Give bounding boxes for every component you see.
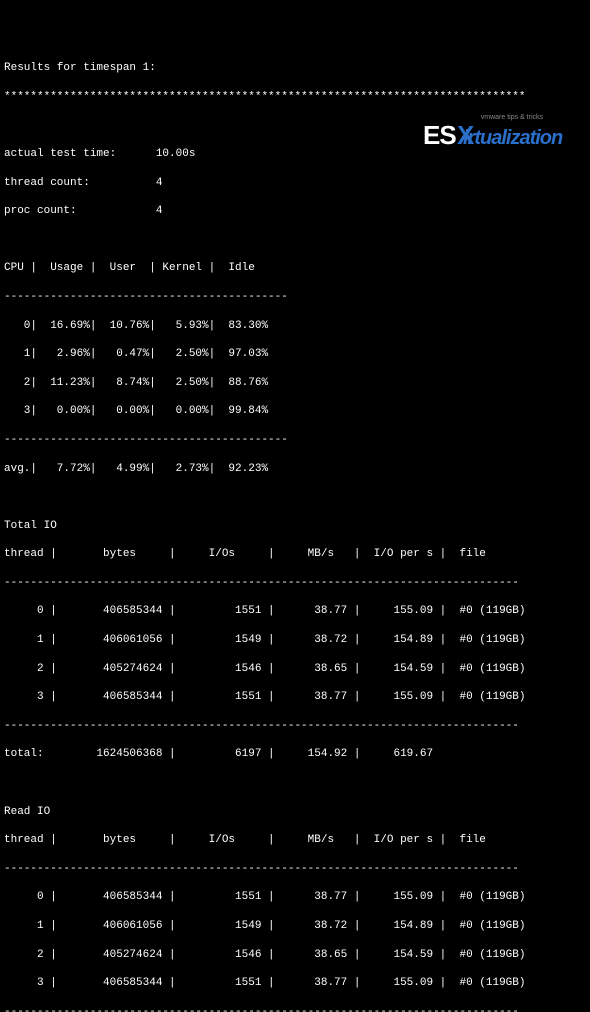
io-header: thread | bytes | I/Os | MB/s | I/O per s… <box>4 547 586 561</box>
proc-count: proc count: 4 <box>4 204 586 218</box>
cpu-row: 3| 0.00%| 0.00%| 0.00%| 99.84% <box>4 404 586 418</box>
cpu-row: 1| 2.96%| 0.47%| 2.50%| 97.03% <box>4 347 586 361</box>
io-row: 2 | 405274624 | 1546 | 38.65 | 154.59 | … <box>4 948 586 962</box>
results-title: Results for timespan 1: <box>4 61 586 75</box>
io-row: 0 | 406585344 | 1551 | 38.77 | 155.09 | … <box>4 604 586 618</box>
cpu-dashes: ----------------------------------------… <box>4 433 586 447</box>
io-row: 1 | 406061056 | 1549 | 38.72 | 154.89 | … <box>4 633 586 647</box>
cpu-header: CPU | Usage | User | Kernel | Idle <box>4 261 586 275</box>
io-dashes: ----------------------------------------… <box>4 719 586 733</box>
stars-line: ****************************************… <box>4 90 586 104</box>
blank <box>4 490 586 504</box>
io-row: 2 | 405274624 | 1546 | 38.65 | 154.59 | … <box>4 662 586 676</box>
blank <box>4 118 586 132</box>
blank <box>4 233 586 247</box>
cpu-row: 0| 16.69%| 10.76%| 5.93%| 83.30% <box>4 319 586 333</box>
actual-test-time: actual test time: 10.00s <box>4 147 586 161</box>
total-io-title: Total IO <box>4 519 586 533</box>
io-row: 3 | 406585344 | 1551 | 38.77 | 155.09 | … <box>4 690 586 704</box>
io-total: total: 1624506368 | 6197 | 154.92 | 619.… <box>4 747 586 761</box>
io-dashes: ----------------------------------------… <box>4 862 586 876</box>
io-row: 3 | 406585344 | 1551 | 38.77 | 155.09 | … <box>4 976 586 990</box>
thread-count: thread count: 4 <box>4 176 586 190</box>
read-io-title: Read IO <box>4 805 586 819</box>
io-row: 0 | 406585344 | 1551 | 38.77 | 155.09 | … <box>4 890 586 904</box>
cpu-row: 2| 11.23%| 8.74%| 2.50%| 88.76% <box>4 376 586 390</box>
cpu-dashes: ----------------------------------------… <box>4 290 586 304</box>
io-dashes: ----------------------------------------… <box>4 1005 586 1012</box>
io-row: 1 | 406061056 | 1549 | 38.72 | 154.89 | … <box>4 919 586 933</box>
io-header: thread | bytes | I/Os | MB/s | I/O per s… <box>4 833 586 847</box>
blank <box>4 776 586 790</box>
io-dashes: ----------------------------------------… <box>4 576 586 590</box>
cpu-avg: avg.| 7.72%| 4.99%| 2.73%| 92.23% <box>4 462 586 476</box>
